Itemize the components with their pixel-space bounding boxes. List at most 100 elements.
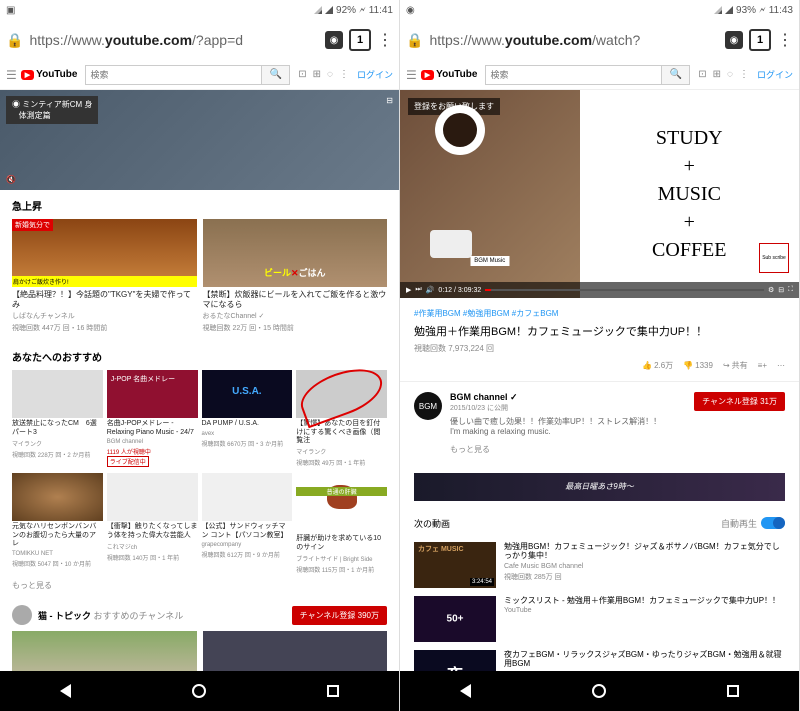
video-title[interactable]: 【禁断】炊飯器にビールを入れてご飯を作ると激ウマになるら	[203, 290, 388, 309]
volume-icon[interactable]: 🔊	[426, 286, 435, 294]
thumbnail[interactable]: ビール✕ごはん	[203, 219, 388, 287]
video-icon[interactable]: ⊡	[698, 69, 706, 80]
channel[interactable]: おるたなChannel ✓	[203, 311, 388, 321]
url-text[interactable]: https://www.youtube.com/?app=d	[29, 32, 319, 48]
rec-card[interactable]: 元気なハリセンボンバンバンのお腹切ったら大量のアレTOMIKKU NET視聴回数…	[12, 473, 103, 574]
rec-card[interactable]: 【驚愕】あなたの目を釘付けにする驚くべき画像（閲覧注マイランク視聴回数 49万 …	[296, 370, 387, 467]
more-icon[interactable]: ⋮	[739, 69, 749, 80]
rec-card[interactable]: 【衝撃】触りたくなってしまう体を持った偉大な芸能人これマジch視聴回数 140万…	[107, 473, 198, 574]
fullscreen-icon[interactable]: ⛶	[788, 286, 793, 294]
channel[interactable]: しばなんチャンネル	[12, 311, 197, 321]
thumbnail[interactable]: 新婚気分で 肩かけご飯炊き作り!	[12, 219, 197, 287]
url-bar[interactable]: 🔒 https://www.youtube.com/watch? 1 ⋮	[400, 20, 799, 60]
rec-card[interactable]: U.S.A.DA PUMP / U.S.A.avex視聴回数 6670万 回・3…	[202, 370, 293, 467]
mute-icon[interactable]: 🔇	[6, 175, 16, 184]
next-icon[interactable]: ⏭	[415, 286, 421, 294]
thumbnail[interactable]	[203, 631, 388, 671]
ad-banner[interactable]: 最高日曜あさ9時〜	[414, 473, 785, 501]
thumbnail[interactable]: 夜3:20:44	[414, 650, 496, 671]
trending-card[interactable]: ビール✕ごはん 【禁断】炊飯器にビールを入れてご飯を作ると激ウマになるら おるた…	[203, 219, 388, 333]
youtube-logo[interactable]: YouTube	[21, 69, 78, 80]
thumbnail[interactable]	[202, 473, 293, 521]
thumbnail[interactable]: カフェ MUSIC3:24:54	[414, 542, 496, 588]
apps-icon[interactable]: ⊞	[313, 69, 321, 80]
more-icon[interactable]: ⋮	[339, 69, 349, 80]
video-tags[interactable]: #作業用BGM #勉強用BGM #カフェBGM	[414, 308, 785, 319]
video-title: 勉強用＋作業用BGM！カフェミュージックで集中力UP！！	[414, 323, 785, 339]
menu-icon[interactable]: ☰	[406, 68, 417, 82]
subscribe-button[interactable]: チャンネル登録 390万	[292, 606, 387, 625]
channel-avatar[interactable]: BGM	[414, 392, 442, 420]
cc-icon[interactable]: ⊟	[386, 96, 393, 105]
more-link[interactable]: もっと見る	[450, 444, 686, 455]
back-button[interactable]	[460, 684, 471, 698]
tab-count[interactable]: 1	[749, 29, 771, 51]
thumbnail[interactable]	[107, 473, 198, 521]
rec-card[interactable]: 放送禁止になったCM 6選 パート3マイランク視聴回数 228万 回・2 か月前	[12, 370, 103, 467]
next-item[interactable]: 夜3:20:44 夜カフェBGM・リラックスジャズBGM・ゆったりジャズBGM・…	[400, 646, 799, 671]
search-button[interactable]: 🔍	[261, 66, 289, 84]
login-link[interactable]: ログイン	[757, 68, 793, 81]
thumbnail[interactable]	[12, 370, 103, 418]
url-bar[interactable]: 🔒 https://www.youtube.com/?app=d 1 ⋮	[0, 20, 399, 60]
topic-avatar[interactable]	[12, 605, 32, 625]
search-input[interactable]	[486, 66, 661, 84]
home-button[interactable]	[592, 684, 606, 698]
topic-card[interactable]: 犬に育てられ、犬化した猫。自分を完全に犬だと思って	[12, 631, 197, 671]
home-button[interactable]	[192, 684, 206, 698]
trending-card[interactable]: 新婚気分で 肩かけご飯炊き作り! 【絶品料理？！】今話題の"TKGY"を夫婦で作…	[12, 219, 197, 333]
subscribe-stamp[interactable]: Sub scribe	[759, 243, 789, 273]
recents-button[interactable]	[727, 685, 739, 697]
messages-icon[interactable]: ◌	[727, 69, 733, 80]
video-icon[interactable]: ⊡	[298, 69, 306, 80]
more-icon[interactable]: ⋮	[777, 30, 793, 50]
search-box[interactable]: 🔍	[85, 65, 290, 85]
hero-video[interactable]: ◉ ミンティア新CM 身 体測定篇 ⊟ 🔇	[0, 90, 399, 190]
next-item[interactable]: 50+ ミックスリスト - 勉強用＋作業用BGM！カフェミュージックで集中力UP…	[400, 592, 799, 646]
android-icon[interactable]	[325, 31, 343, 49]
android-icon[interactable]	[725, 31, 743, 49]
dislike-button[interactable]: 👎 1339	[683, 361, 713, 370]
share-button[interactable]: ↪ 共有	[723, 360, 748, 371]
thumbnail[interactable]: U.S.A.	[202, 370, 293, 418]
thumbnail[interactable]	[12, 631, 197, 671]
theater-icon[interactable]: ⊟	[778, 286, 784, 294]
messages-icon[interactable]: ◌	[327, 69, 333, 80]
recents-button[interactable]	[327, 685, 339, 697]
search-input[interactable]	[86, 66, 261, 84]
settings-icon[interactable]: ⚙	[768, 286, 774, 294]
next-item[interactable]: カフェ MUSIC3:24:54 勉強用BGM！カフェミュージック！ジャズ＆ボサ…	[400, 538, 799, 592]
subscribe-button[interactable]: チャンネル登録 31万	[694, 392, 785, 411]
back-button[interactable]	[60, 684, 71, 698]
search-box[interactable]: 🔍	[485, 65, 690, 85]
study-text: STUDY + MUSIC + COFFEE	[652, 124, 726, 264]
more-button[interactable]: ⋯	[777, 361, 785, 370]
autoplay-toggle[interactable]	[761, 517, 785, 529]
video-title[interactable]: 【絶品料理？！】今話題の"TKGY"を夫婦で作ってみ	[12, 290, 197, 309]
rec-card[interactable]: J-POP 名曲メドレー名曲J-POPメドレー - Relaxing Piano…	[107, 370, 198, 467]
thumbnail[interactable]: 普通の肝臓	[296, 485, 387, 533]
channel-name[interactable]: BGM channel ✓	[450, 392, 518, 402]
rec-card[interactable]: 普通の肝臓肝臓が助けを求めている10のサインブライトサイド | Bright S…	[296, 473, 387, 574]
login-link[interactable]: ログイン	[357, 68, 393, 81]
tab-count[interactable]: 1	[349, 29, 371, 51]
more-icon[interactable]: ⋮	[377, 30, 393, 50]
thumbnail[interactable]: J-POP 名曲メドレー	[107, 370, 198, 418]
more-link[interactable]: もっと見る	[12, 580, 387, 591]
rec-card[interactable]: 【公式】サンドウィッチマン コント【パソコン教室】grapecompany視聴回…	[202, 473, 293, 574]
progress-bar[interactable]: ▶ ⏭ 🔊 0:12 / 3:09:32 ⚙ ⊟ ⛶	[400, 282, 799, 298]
apps-icon[interactable]: ⊞	[713, 69, 721, 80]
add-button[interactable]: ≡+	[758, 361, 767, 370]
url-text[interactable]: https://www.youtube.com/watch?	[429, 32, 719, 48]
youtube-logo[interactable]: YouTube	[421, 69, 478, 80]
topic-card[interactable]: 野良猫のママ猫をナデナデしたら追いかけて子猫を呼	[203, 631, 388, 671]
thumbnail[interactable]: 50+	[414, 596, 496, 642]
search-button[interactable]: 🔍	[661, 66, 689, 84]
trending-title: 急上昇	[12, 198, 387, 213]
menu-icon[interactable]: ☰	[6, 68, 17, 82]
like-button[interactable]: 👍 2.6万	[642, 360, 673, 371]
thumbnail[interactable]	[12, 473, 103, 521]
play-icon[interactable]: ▶	[406, 286, 411, 294]
thumbnail[interactable]	[296, 370, 387, 418]
video-player[interactable]: 登録をお願い致します BGM Music STUDY + MUSIC + COF…	[400, 90, 799, 298]
